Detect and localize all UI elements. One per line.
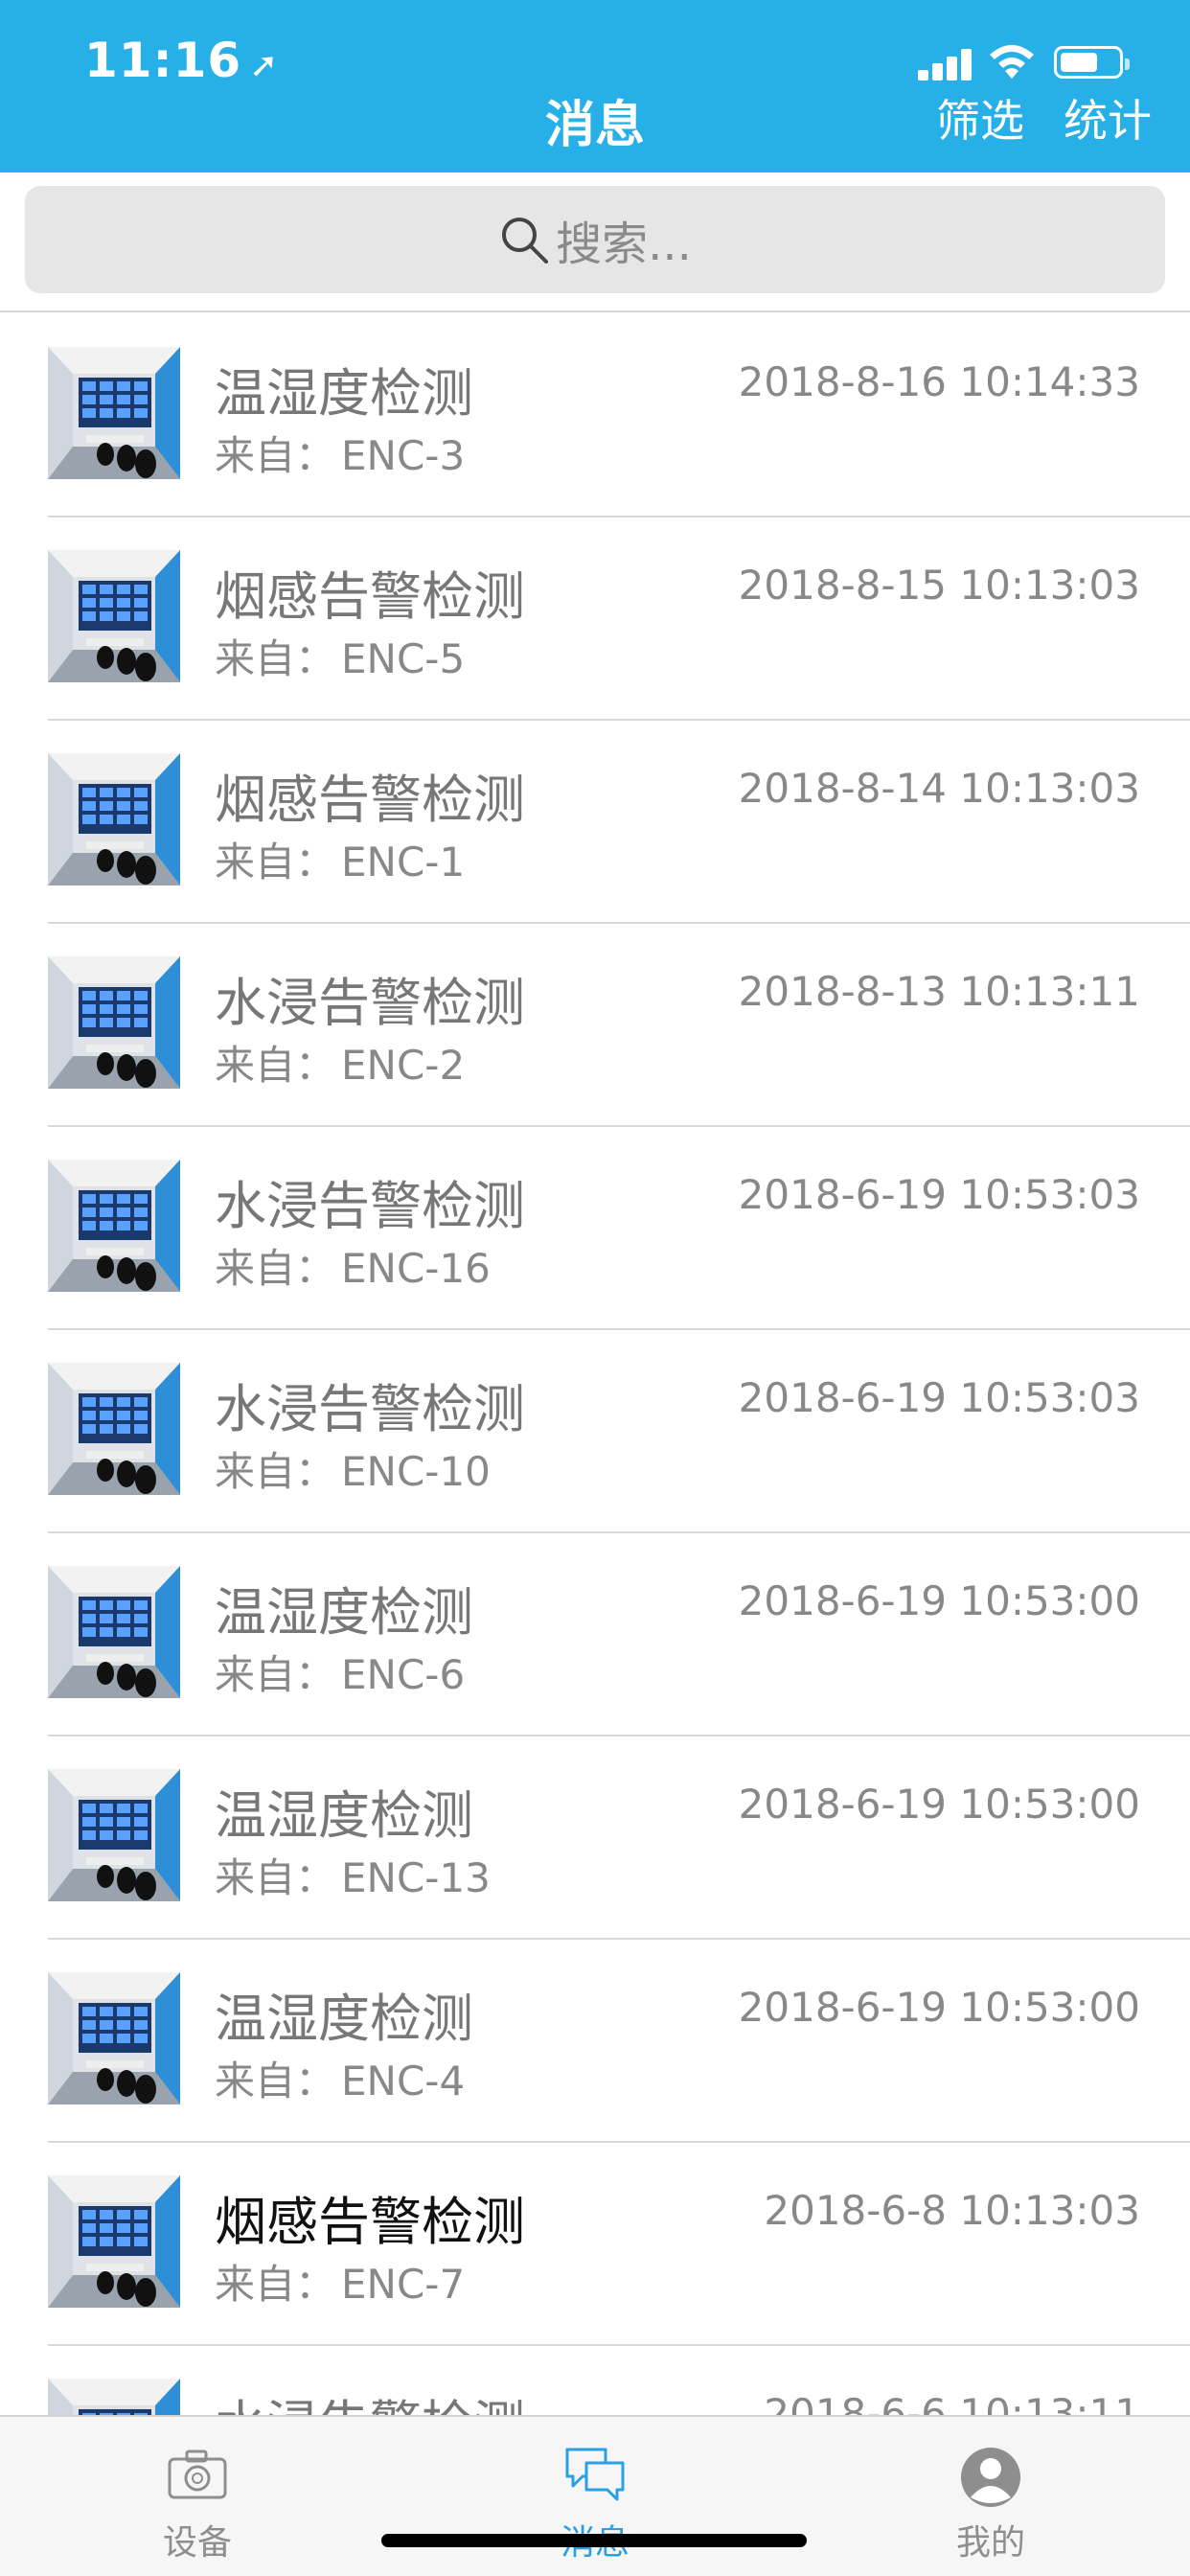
source-value: ENC-4 <box>341 2058 466 2104</box>
source-label: 来自： <box>215 839 336 886</box>
source-label: 来自： <box>215 1448 336 1495</box>
message-title: 烟感告警检测 <box>215 770 525 830</box>
message-source: 来自： ENC-4 <box>215 2049 465 2107</box>
status-time-text: 11:16 <box>84 33 242 88</box>
message-row[interactable]: 烟感告警检测 来自： ENC-7 2018-6-8 10:13:03 <box>0 2143 1190 2346</box>
wifi-icon <box>990 45 1034 79</box>
message-source: 来自： ENC-13 <box>215 1846 491 1904</box>
message-row[interactable]: 水浸告警检测 来自： ENC-10 2018-6-19 10:53:03 <box>0 1330 1190 1533</box>
tab-device[interactable]: 设备 <box>82 2446 312 2564</box>
filter-button[interactable]: 筛选 <box>936 86 1024 150</box>
search-icon <box>502 218 549 264</box>
room-thumbnail-image <box>48 2175 180 2308</box>
source-value: ENC-7 <box>341 2261 466 2308</box>
message-title: 温湿度检测 <box>215 1989 473 2049</box>
source-value: ENC-3 <box>341 432 466 479</box>
message-source: 来自： ENC-6 <box>215 1643 465 1701</box>
source-label: 来自： <box>215 432 336 479</box>
message-row[interactable]: 水浸告警检测 来自： ENC-2 2018-8-13 10:13:11 <box>0 924 1190 1127</box>
message-title: 水浸告警检测 <box>215 1379 525 1439</box>
message-source: 来自： ENC-16 <box>215 1236 491 1295</box>
room-thumbnail-image <box>48 956 180 1089</box>
room-thumbnail-image <box>48 1769 180 1901</box>
source-label: 来自： <box>215 1651 336 1698</box>
navigation-header: 11:16 ➚ 消息 筛选 统计 <box>0 0 1190 172</box>
room-thumbnail-image <box>48 1566 180 1698</box>
message-time: 2018-8-14 10:13:03 <box>738 765 1140 812</box>
message-row[interactable]: 温湿度检测 来自： ENC-6 2018-6-19 10:53:00 <box>0 1533 1190 1736</box>
tab-mine-label: 我的 <box>955 2523 1025 2563</box>
camera-icon <box>168 2450 227 2499</box>
message-title: 水浸告警检测 <box>215 973 525 1033</box>
status-time: 11:16 ➚ <box>84 33 279 88</box>
source-value: ENC-1 <box>341 839 466 886</box>
source-label: 来自： <box>215 1042 336 1089</box>
message-time: 2018-6-19 10:53:00 <box>738 1984 1140 2031</box>
source-value: ENC-2 <box>341 1042 466 1089</box>
search-input[interactable]: 搜索... <box>25 186 1165 293</box>
message-source: 来自： ENC-5 <box>215 627 465 685</box>
source-label: 来自： <box>215 2261 336 2308</box>
source-value: ENC-16 <box>341 1245 491 1292</box>
source-label: 来自： <box>215 635 336 682</box>
message-time: 2018-6-19 10:53:03 <box>738 1374 1140 1421</box>
message-row[interactable]: 烟感告警检测 来自： ENC-1 2018-8-14 10:13:03 <box>0 721 1190 924</box>
cellular-signal-icon <box>918 48 972 80</box>
room-thumbnail-image <box>48 753 180 886</box>
battery-icon <box>1054 46 1130 79</box>
search-placeholder: 搜索... <box>556 218 692 271</box>
message-list: 温湿度检测 来自： ENC-3 2018-8-16 10:14:33 烟感告警检测 来自：… <box>0 314 1190 2549</box>
tab-device-label: 设备 <box>162 2523 232 2563</box>
tab-mine[interactable]: 我的 <box>876 2446 1106 2564</box>
statistics-button[interactable]: 统计 <box>1064 86 1152 150</box>
message-source: 来自： ENC-3 <box>215 424 465 482</box>
message-time: 2018-6-8 10:13:03 <box>764 2187 1140 2234</box>
source-value: ENC-6 <box>341 1651 466 1698</box>
room-thumbnail-image <box>48 347 180 479</box>
message-time: 2018-8-13 10:13:11 <box>738 968 1140 1015</box>
message-title: 水浸告警检测 <box>215 1176 525 1236</box>
message-row[interactable]: 温湿度检测 来自： ENC-4 2018-6-19 10:53:00 <box>0 1940 1190 2143</box>
message-time: 2018-6-19 10:53:03 <box>738 1171 1140 1218</box>
location-arrow-icon: ➚ <box>249 46 280 85</box>
source-value: ENC-5 <box>341 635 466 682</box>
message-time: 2018-6-19 10:53:00 <box>738 1781 1140 1828</box>
message-title: 烟感告警检测 <box>215 2192 525 2252</box>
message-row[interactable]: 烟感告警检测 来自： ENC-5 2018-8-15 10:13:03 <box>0 518 1190 721</box>
message-time: 2018-8-15 10:13:03 <box>738 562 1140 609</box>
message-row[interactable]: 水浸告警检测 来自： ENC-16 2018-6-19 10:53:03 <box>0 1127 1190 1330</box>
message-title: 烟感告警检测 <box>215 566 525 627</box>
message-source: 来自： ENC-7 <box>215 2252 465 2311</box>
source-value: ENC-10 <box>341 1448 491 1495</box>
source-label: 来自： <box>215 2058 336 2104</box>
source-label: 来自： <box>215 1854 336 1901</box>
room-thumbnail-image <box>48 1972 180 2104</box>
source-label: 来自： <box>215 1245 336 1292</box>
user-avatar-icon <box>961 2448 1020 2507</box>
source-value: ENC-13 <box>341 1854 491 1901</box>
message-title: 温湿度检测 <box>215 363 473 424</box>
message-time: 2018-6-19 10:53:00 <box>738 1577 1140 1624</box>
message-row[interactable]: 温湿度检测 来自： ENC-13 2018-6-19 10:53:00 <box>0 1736 1190 1940</box>
message-source: 来自： ENC-1 <box>215 830 465 888</box>
room-thumbnail-image <box>48 1160 180 1292</box>
search-bar: 搜索... <box>0 172 1190 312</box>
tab-bar: 设备 消息 我的 <box>0 2415 1190 2576</box>
message-row[interactable]: 温湿度检测 来自： ENC-3 2018-8-16 10:14:33 <box>0 314 1190 518</box>
message-title: 温湿度检测 <box>215 1582 473 1643</box>
message-source: 来自： ENC-2 <box>215 1033 465 1092</box>
message-time: 2018-8-16 10:14:33 <box>738 358 1140 405</box>
chat-bubbles-icon <box>565 2448 625 2501</box>
home-indicator <box>381 2534 807 2547</box>
room-thumbnail-image <box>48 1363 180 1495</box>
room-thumbnail-image <box>48 550 180 682</box>
message-source: 来自： ENC-10 <box>215 1439 491 1498</box>
message-title: 温湿度检测 <box>215 1785 473 1846</box>
